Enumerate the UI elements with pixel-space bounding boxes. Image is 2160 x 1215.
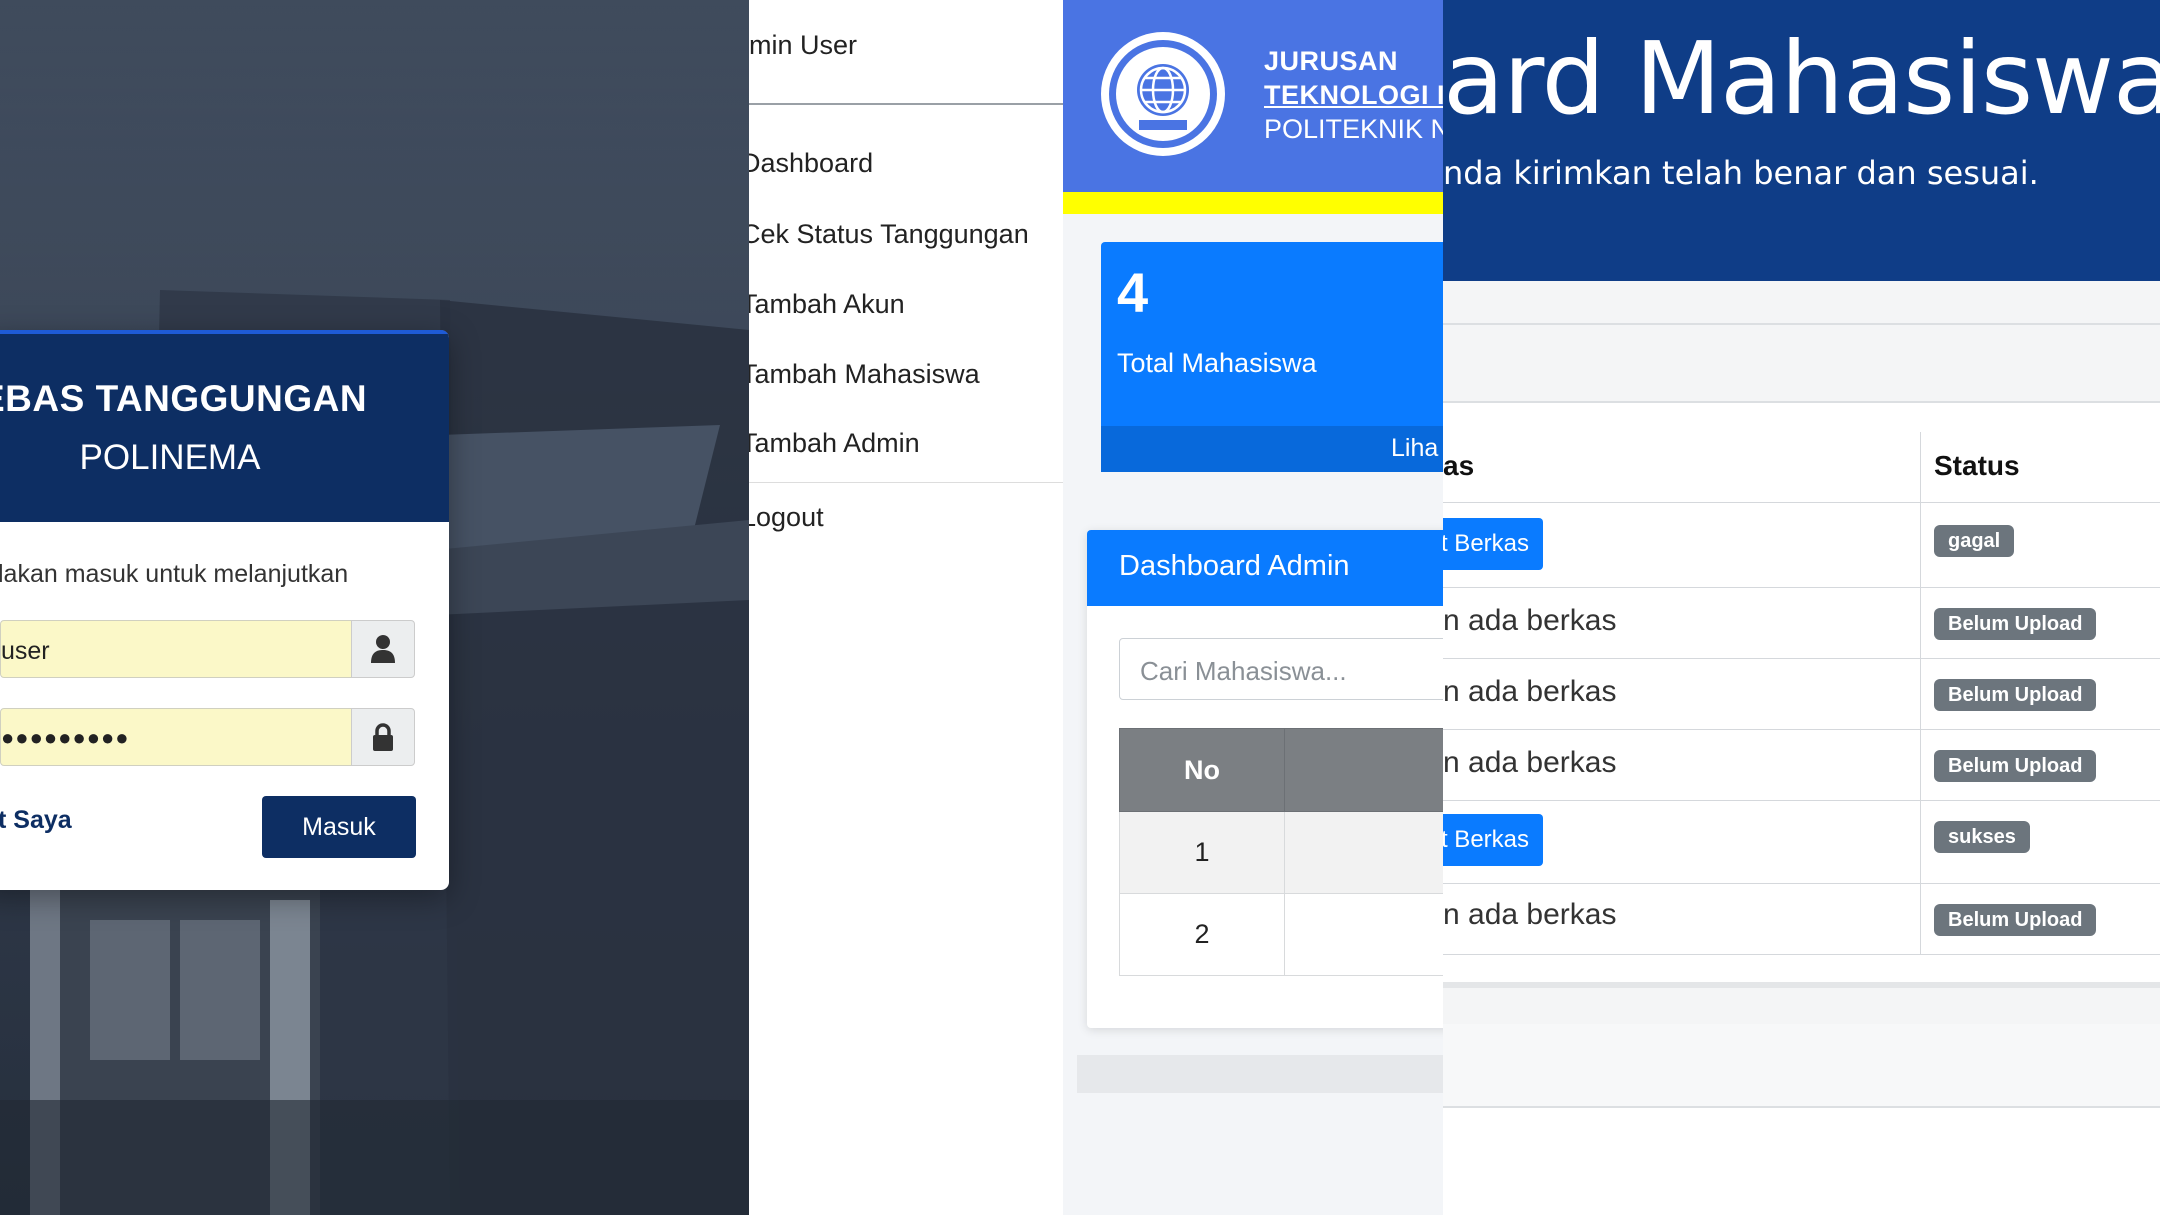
menu-item-tambah-akun[interactable]: Tambah Akun: [749, 289, 905, 320]
header-stripe: [1063, 192, 1443, 214]
mahasiswa-dashboard-panel: ard Mahasiswa nda kirimkan telah benar d…: [1443, 0, 2160, 1215]
table-row: n ada berkas Belum Upload: [1443, 588, 2160, 659]
table-header-status: Status: [1934, 450, 2020, 481]
login-submit-button[interactable]: Masuk: [262, 796, 416, 858]
login-subtitle: POLINEMA: [79, 438, 261, 477]
login-card: EBAS TANGGUNGAN POLINEMA lakan masuk unt…: [0, 330, 449, 890]
table-row: t Berkas sukses: [1443, 801, 2160, 884]
login-header: EBAS TANGGUNGAN POLINEMA: [0, 330, 449, 522]
page-title: ard Mahasiswa: [1443, 20, 2160, 137]
table-cell-no: 2: [1119, 893, 1285, 976]
mahasiswa-header: ard Mahasiswa nda kirimkan telah benar d…: [1443, 0, 2160, 281]
table-header-berkas: as: [1443, 450, 1475, 481]
password-field[interactable]: ●●●●●●●●●: [0, 708, 352, 766]
berkas-text: n ada berkas: [1443, 746, 1617, 779]
total-mahasiswa-value: 4: [1117, 261, 1149, 324]
admin-header: JURUSAN TEKNOLOGI I POLITEKNIK N: [1063, 0, 1443, 192]
login-panel: EBAS TANGGUNGAN POLINEMA lakan masuk unt…: [0, 0, 749, 1215]
table-cell-no: 1: [1119, 811, 1285, 894]
menu-item-dashboard[interactable]: Dashboard: [749, 148, 873, 179]
menu-item-cek-status[interactable]: Cek Status Tanggungan: [749, 219, 1029, 250]
menu-divider: [749, 103, 1063, 105]
status-badge: Belum Upload: [1934, 608, 2097, 640]
dashboard-admin-title: Dashboard Admin: [1119, 550, 1350, 582]
dept-line-1: JURUSAN: [1264, 46, 1399, 76]
login-title: EBAS TANGGUNGAN: [0, 378, 368, 419]
menu-item-logout[interactable]: Logout: [749, 502, 824, 533]
mahasiswa-table: No 1 202 2 202: [1119, 728, 1443, 976]
admin-footer-bar: [1077, 1055, 1443, 1093]
user-icon: [371, 635, 395, 663]
content-footer: [1443, 1024, 2160, 1108]
dashboard-admin-card: Dashboard Admin Cari Mahasiswa... No 1 2…: [1087, 530, 1443, 1028]
dashboard-admin-header: Dashboard Admin: [1087, 530, 1443, 606]
table-cell-nim: 202: [1284, 811, 1443, 894]
lihat-berkas-button[interactable]: t Berkas: [1443, 518, 1543, 570]
lock-icon: [373, 723, 393, 751]
total-mahasiswa-card: 4 Total Mahasiswa Liha: [1101, 242, 1443, 472]
berkas-text: n ada berkas: [1443, 675, 1617, 708]
table-row: 2 202: [1119, 893, 1443, 976]
menu-item-tambah-admin[interactable]: Tambah Admin: [749, 428, 920, 459]
table-row: n ada berkas Belum Upload: [1443, 884, 2160, 955]
dept-line-2[interactable]: TEKNOLOGI I: [1264, 80, 1443, 111]
admin-dashboard-panel: JURUSAN TEKNOLOGI I POLITEKNIK N 4 Total…: [1063, 0, 1443, 1215]
status-badge: Belum Upload: [1934, 679, 2097, 711]
menu-item-tambah-mahasiswa[interactable]: Tambah Mahasiswa: [749, 359, 980, 390]
status-badge: gagal: [1934, 525, 2015, 557]
polinema-logo: [1101, 32, 1225, 156]
lihat-berkas-button[interactable]: t Berkas: [1443, 814, 1543, 866]
table-row: 1 202: [1119, 811, 1443, 894]
password-addon: [351, 708, 415, 766]
search-mahasiswa-input[interactable]: Cari Mahasiswa...: [1119, 638, 1443, 700]
content-toolbar: [1443, 325, 2160, 403]
page-subtitle: nda kirimkan telah benar dan sesuai.: [1443, 154, 2039, 192]
table-row: n ada berkas Belum Upload: [1443, 730, 2160, 801]
username-field[interactable]: user: [0, 620, 352, 678]
status-badge: sukses: [1934, 821, 2030, 853]
berkas-text: n ada berkas: [1443, 898, 1617, 931]
status-badge: Belum Upload: [1934, 750, 2097, 782]
table-header-col2: [1284, 728, 1443, 812]
stat-card-footer: Liha: [1101, 426, 1443, 472]
forgot-password-link[interactable]: t Saya: [0, 806, 72, 835]
table-column-divider: [1920, 432, 1921, 954]
menu-user-label: min User: [749, 30, 858, 60]
dept-line-3: POLITEKNIK N: [1264, 114, 1443, 144]
username-addon: [351, 620, 415, 678]
berkas-text: n ada berkas: [1443, 604, 1617, 637]
table-header-no: No: [1119, 728, 1285, 812]
table-row: n ada berkas Belum Upload: [1443, 659, 2160, 730]
table-row: t Berkas gagal: [1443, 503, 2160, 588]
table-header-row: as Status: [1443, 432, 2160, 503]
status-badge: Belum Upload: [1934, 904, 2097, 936]
content-strip: [1443, 281, 2160, 325]
table-cell-nim: 202: [1284, 893, 1443, 976]
total-mahasiswa-label: Total Mahasiswa: [1117, 348, 1317, 378]
content-footer-strip: [1443, 982, 2160, 1030]
lihat-detail-link[interactable]: Liha: [1391, 434, 1438, 463]
sidebar-menu: min User Dashboard Cek Status Tanggungan…: [749, 0, 1063, 1215]
menu-separator: [749, 482, 1063, 483]
login-prompt: lakan masuk untuk melanjutkan: [0, 560, 349, 588]
